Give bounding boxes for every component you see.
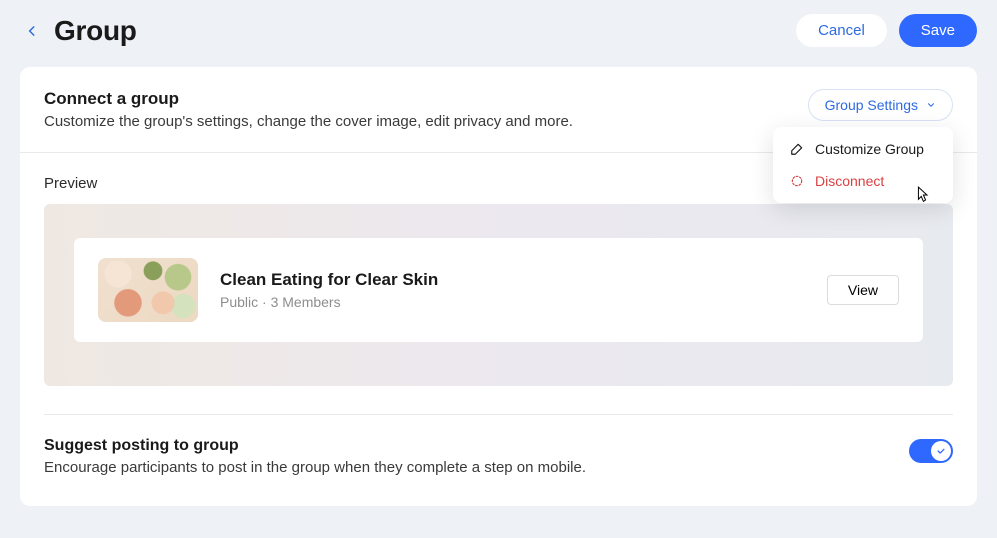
- suggest-toggle[interactable]: [909, 439, 953, 463]
- dropdown-disconnect-label: Disconnect: [815, 173, 884, 189]
- toggle-knob: [931, 441, 951, 461]
- dropdown-customize-label: Customize Group: [815, 141, 924, 157]
- preview-box: Clean Eating for Clear Skin Public · 3 M…: [44, 204, 953, 386]
- check-icon: [936, 446, 946, 456]
- group-preview-card: Clean Eating for Clear Skin Public · 3 M…: [74, 238, 923, 342]
- dropdown-customize-group[interactable]: Customize Group: [773, 133, 953, 165]
- chevron-down-icon: [926, 100, 936, 110]
- group-settings-dropdown: Customize Group Disconnect: [773, 127, 953, 203]
- group-settings-label: Group Settings: [825, 97, 918, 113]
- dropdown-disconnect[interactable]: Disconnect: [773, 165, 953, 197]
- cancel-button[interactable]: Cancel: [796, 14, 887, 47]
- settings-card: Connect a group Customize the group's se…: [20, 67, 977, 506]
- save-button[interactable]: Save: [899, 14, 977, 47]
- connect-section-description: Customize the group's settings, change t…: [44, 113, 808, 130]
- group-name: Clean Eating for Clear Skin: [220, 270, 805, 290]
- suggest-description: Encourage participants to post in the gr…: [44, 459, 909, 476]
- chevron-left-icon: [25, 24, 39, 38]
- back-button[interactable]: [20, 19, 44, 43]
- group-cover-thumbnail: [98, 258, 198, 322]
- group-meta: Public · 3 Members: [220, 294, 805, 310]
- group-settings-button[interactable]: Group Settings: [808, 89, 953, 121]
- page-title: Group: [54, 15, 796, 47]
- suggest-title: Suggest posting to group: [44, 437, 909, 455]
- connect-section-title: Connect a group: [44, 89, 808, 109]
- pencil-icon: [789, 141, 805, 157]
- disconnect-icon: [789, 173, 805, 189]
- view-group-button[interactable]: View: [827, 275, 899, 305]
